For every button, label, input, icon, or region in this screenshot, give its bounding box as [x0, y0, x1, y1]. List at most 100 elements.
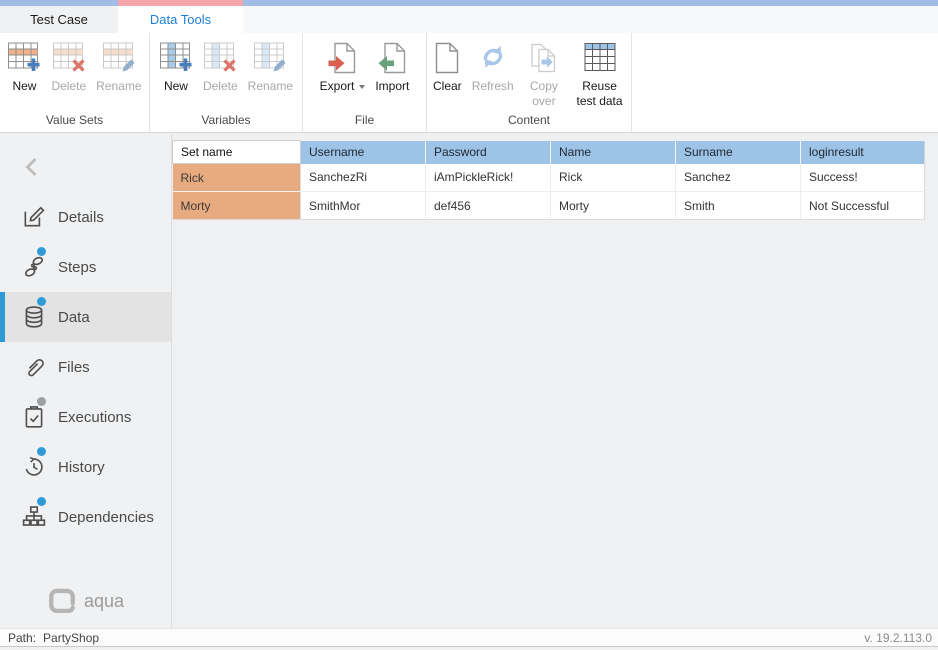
dependencies-notification-dot: [37, 497, 46, 506]
main-area: Details Steps: [0, 134, 938, 628]
copy-over-label: Copy over: [524, 79, 564, 109]
new-variable-button[interactable]: New: [157, 41, 195, 94]
executions-notification-dot: [37, 397, 46, 406]
rename-variable-label: Rename: [248, 79, 293, 94]
data-cell[interactable]: Sanchez: [676, 164, 801, 192]
refresh-label: Refresh: [472, 79, 514, 94]
clear-label: Clear: [433, 79, 462, 94]
ribbon-group-label-content: Content: [427, 113, 631, 127]
sidebar-nav: Details Steps: [0, 192, 171, 542]
data-cell[interactable]: Rick: [551, 164, 676, 192]
sidebar-collapse-button[interactable]: [22, 156, 46, 192]
sidebar-item-files[interactable]: Files: [0, 342, 171, 392]
path-value: PartyShop: [43, 631, 99, 645]
column-header-username[interactable]: Username: [301, 141, 426, 164]
rename-value-set-button: Rename: [94, 41, 143, 94]
new-value-set-label: New: [12, 79, 36, 94]
sidebar-item-details[interactable]: Details: [0, 192, 171, 242]
data-notification-dot: [37, 297, 46, 306]
reuse-test-data-label: Reuse test data: [574, 79, 625, 109]
sidebar-item-history[interactable]: History: [0, 442, 171, 492]
data-cell[interactable]: Morty: [551, 192, 676, 220]
rename-value-set-table-icon: [102, 41, 136, 79]
rename-variable-button: Rename: [246, 41, 295, 94]
table-row: MortySmithMordef456MortySmithNot Success…: [173, 192, 925, 220]
import-page-green-arrow-icon: [377, 41, 407, 79]
sidebar-item-label: Files: [58, 359, 90, 376]
export-button[interactable]: Export: [318, 41, 368, 94]
copy-over-button: Copy over: [522, 41, 566, 109]
delete-variable-column-icon: [203, 41, 237, 79]
export-dropdown-caret-icon: [359, 85, 365, 89]
export-page-red-arrow-icon: [327, 41, 357, 79]
reuse-test-data-table-icon: [583, 41, 617, 79]
reuse-test-data-button[interactable]: Reuse test data: [572, 41, 627, 109]
aqua-logo: aqua: [0, 587, 171, 615]
sidebar-item-executions[interactable]: Executions: [0, 392, 171, 442]
sidebar-item-dependencies[interactable]: Dependencies: [0, 492, 171, 542]
sidebar-item-steps[interactable]: Steps: [0, 242, 171, 292]
edit-pencil-icon: [21, 204, 47, 230]
delete-value-set-button: Delete: [49, 41, 88, 94]
sidebar-item-label: Details: [58, 209, 104, 226]
steps-notification-dot: [37, 247, 46, 256]
table-row: RickSanchezRiiAmPickleRick!RickSanchezSu…: [173, 164, 925, 192]
sidebar-item-label: History: [58, 459, 105, 476]
new-variable-column-icon: [159, 41, 193, 79]
status-bar: Path: PartyShop v. 19.2.113.0: [0, 628, 938, 647]
version-label: v. 19.2.113.0: [864, 631, 932, 645]
ribbon-group-value-sets: New Delete: [0, 33, 150, 132]
sidebar-item-label: Data: [58, 309, 90, 326]
delete-variable-label: Delete: [203, 79, 238, 94]
aqua-logo-text: aqua: [84, 591, 124, 612]
ribbon-group-file: Export Import File: [303, 33, 427, 132]
new-variable-label: New: [164, 79, 188, 94]
tab-test-case[interactable]: Test Case: [0, 6, 118, 33]
data-cell[interactable]: SanchezRi: [301, 164, 426, 192]
set-name-cell[interactable]: Morty: [173, 192, 301, 220]
ribbon-group-label-file: File: [303, 113, 426, 127]
grid-header-row: Set name Username Password Name Surname …: [173, 141, 925, 164]
new-value-set-table-icon: [7, 41, 41, 79]
import-label: Import: [375, 79, 409, 94]
data-cell[interactable]: iAmPickleRick!: [426, 164, 551, 192]
ribbon-group-content: Clear Refresh: [427, 33, 632, 132]
value-set-data-grid: Set name Username Password Name Surname …: [172, 140, 925, 220]
sidebar-item-data[interactable]: Data: [0, 292, 171, 342]
clear-blank-page-icon: [434, 41, 460, 79]
content-area: Set name Username Password Name Surname …: [172, 134, 938, 628]
delete-value-set-label: Delete: [51, 79, 86, 94]
history-notification-dot: [37, 447, 46, 456]
refresh-arrows-icon: [476, 41, 510, 79]
new-value-set-button[interactable]: New: [5, 41, 43, 94]
sidebar-item-label: Dependencies: [58, 509, 154, 526]
import-button[interactable]: Import: [373, 41, 411, 94]
path-indicator: Path: PartyShop: [8, 631, 99, 645]
data-cell[interactable]: Success!: [801, 164, 925, 192]
column-header-set-name[interactable]: Set name: [173, 141, 301, 164]
footprints-icon: [21, 254, 47, 280]
ribbon-group-variables: New Delete: [150, 33, 303, 132]
export-label: Export: [320, 79, 355, 94]
data-table-body: RickSanchezRiiAmPickleRick!RickSanchezSu…: [173, 164, 925, 220]
column-header-loginresult[interactable]: loginresult: [801, 141, 925, 164]
paperclip-icon: [21, 354, 47, 380]
sidebar-item-label: Executions: [58, 409, 131, 426]
column-header-surname[interactable]: Surname: [676, 141, 801, 164]
column-header-name[interactable]: Name: [551, 141, 676, 164]
database-icon: [21, 304, 47, 330]
data-cell[interactable]: Smith: [676, 192, 801, 220]
data-cell[interactable]: def456: [426, 192, 551, 220]
set-name-cell[interactable]: Rick: [173, 164, 301, 192]
rename-value-set-label: Rename: [96, 79, 141, 94]
ribbon-group-label-variables: Variables: [150, 113, 302, 127]
ribbon-group-label-value-sets: Value Sets: [0, 113, 149, 127]
tab-data-tools[interactable]: Data Tools: [118, 6, 243, 33]
column-header-password[interactable]: Password: [426, 141, 551, 164]
data-cell[interactable]: SmithMor: [301, 192, 426, 220]
chevron-left-icon: [22, 156, 46, 178]
sidebar: Details Steps: [0, 134, 172, 628]
data-cell[interactable]: Not Successful: [801, 192, 925, 220]
path-label: Path:: [8, 631, 36, 645]
clear-button[interactable]: Clear: [431, 41, 464, 94]
